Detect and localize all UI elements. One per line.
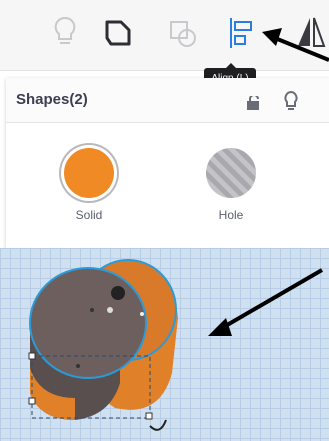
group-icon[interactable] (101, 12, 135, 52)
hole-swatch[interactable] (206, 148, 256, 198)
ungroup-icon[interactable] (165, 12, 199, 52)
grouped-shape[interactable] (0, 248, 329, 441)
panel-header: Shapes(2) (6, 78, 329, 123)
note-icon[interactable] (48, 12, 82, 52)
workplane[interactable] (0, 248, 329, 441)
align-icon[interactable] (223, 12, 257, 52)
mirror-icon[interactable] (294, 12, 328, 52)
panel-title: Shapes(2) (16, 91, 88, 108)
solid-label: Solid (75, 208, 103, 222)
light-bulb-icon[interactable] (282, 90, 300, 112)
hole-label: Hole (218, 208, 244, 222)
shapes-panel: Shapes(2) Solid Hole (6, 78, 329, 248)
toolbar (0, 0, 329, 71)
solid-swatch[interactable] (64, 148, 114, 198)
lock-icon[interactable] (246, 94, 262, 110)
